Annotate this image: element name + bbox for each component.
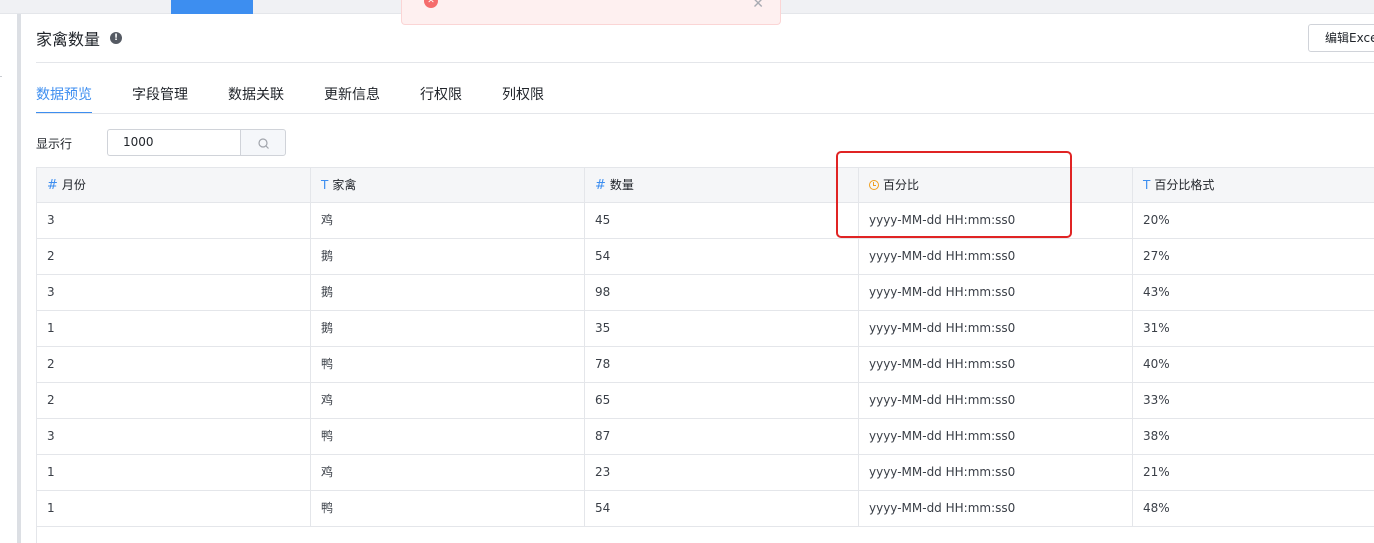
table-cell: 27%: [1143, 249, 1170, 263]
table-row[interactable]: 1 鹅 35 yyyy-MM-dd HH:mm:ss0 31%: [37, 311, 1374, 347]
column-name: 家禽: [332, 178, 357, 192]
column-header[interactable]: # 数量: [585, 168, 859, 202]
tab-field-management[interactable]: 字段管理: [132, 82, 188, 114]
table-cell: 78: [585, 347, 859, 382]
column-header[interactable]: T 百分比格式: [1133, 168, 1374, 202]
left-resize-bar[interactable]: [17, 14, 21, 543]
table-cell: 3: [37, 203, 311, 238]
page-header: 家禽数量 !: [36, 26, 123, 50]
header-divider: [36, 62, 1374, 63]
table-cell: 2: [37, 347, 311, 382]
rows-count-input[interactable]: 1000: [107, 129, 241, 156]
table-cell: yyyy-MM-dd HH:mm:ss0: [859, 491, 1133, 526]
table-cell: yyyy-MM-dd HH:mm:ss0: [859, 347, 1133, 382]
table-cell: 87: [585, 419, 859, 454]
tab-update-info[interactable]: 更新信息: [324, 82, 380, 114]
table-cell: 鸭: [311, 491, 585, 526]
table-row[interactable]: 3 鹅 98 yyyy-MM-dd HH:mm:ss0 43%: [37, 275, 1374, 311]
tab-column-permission[interactable]: 列权限: [502, 82, 544, 114]
table-cell: yyyy-MM-dd HH:mm:ss0: [859, 275, 1133, 310]
text-type-icon: T: [321, 178, 329, 192]
tabs-divider: [36, 113, 1374, 114]
table-row[interactable]: 1 鸡 23 yyyy-MM-dd HH:mm:ss0 21%: [37, 455, 1374, 491]
column-name: 百分比: [883, 178, 920, 192]
table-cell: yyyy-MM-dd HH:mm:ss0: [859, 239, 1133, 274]
error-circle-icon: ✕: [424, 0, 438, 8]
table-cell: 3: [37, 419, 311, 454]
tab-data-association[interactable]: 数据关联: [228, 82, 284, 114]
table-body: 3 鸡 45 yyyy-MM-dd HH:mm:ss0 20% 2 鹅 54 yyyy-MM-d…: [37, 203, 1374, 527]
table-row[interactable]: 3 鸭 87 yyyy-MM-dd HH:mm:ss0 38%: [37, 419, 1374, 455]
table-cell: 48%: [1143, 501, 1170, 515]
table-cell: 33%: [1143, 393, 1170, 407]
tab-data-preview[interactable]: 数据预览: [36, 82, 92, 114]
table-row[interactable]: 2 鸭 78 yyyy-MM-dd HH:mm:ss0 40%: [37, 347, 1374, 383]
tab-row-permission[interactable]: 行权限: [420, 82, 462, 114]
number-type-icon: #: [595, 178, 606, 193]
number-type-icon: #: [47, 178, 58, 193]
table-cell: 31%: [1143, 321, 1170, 335]
text-type-icon: T: [1143, 178, 1151, 192]
table-cell: 45: [585, 203, 859, 238]
table-cell: yyyy-MM-dd HH:mm:ss0: [859, 419, 1133, 454]
table-cell: 98: [585, 275, 859, 310]
table-row[interactable]: 2 鸡 65 yyyy-MM-dd HH:mm:ss0 33%: [37, 383, 1374, 419]
table-edge: [36, 527, 37, 543]
table-cell: yyyy-MM-dd HH:mm:ss0: [859, 203, 1133, 238]
left-edge-tick: [0, 76, 2, 77]
table-cell: 21%: [1143, 465, 1170, 479]
search-icon: [258, 138, 269, 149]
table-cell: 1: [37, 491, 311, 526]
rows-label: 显示行: [36, 137, 73, 151]
edit-excel-button[interactable]: 编辑Excel: [1308, 24, 1374, 52]
table-cell: 鸭: [311, 419, 585, 454]
table-cell: yyyy-MM-dd HH:mm:ss0: [859, 383, 1133, 418]
table-row[interactable]: 2 鹅 54 yyyy-MM-dd HH:mm:ss0 27%: [37, 239, 1374, 275]
table-cell: 1: [37, 311, 311, 346]
tab-bar: 数据预览 字段管理 数据关联 更新信息 行权限 列权限: [36, 82, 584, 114]
column-header[interactable]: T 家禽: [311, 168, 585, 202]
table-cell: 鹅: [311, 275, 585, 310]
table-cell: yyyy-MM-dd HH:mm:ss0: [859, 311, 1133, 346]
table-cell: 35: [585, 311, 859, 346]
column-name: 数量: [609, 178, 634, 192]
column-header[interactable]: 百分比: [859, 168, 1133, 202]
clock-icon: [869, 180, 879, 190]
table-cell: 鸡: [311, 383, 585, 418]
rows-search-button[interactable]: [240, 129, 286, 156]
table-cell: 鸡: [311, 203, 585, 238]
table-cell: 20%: [1143, 213, 1170, 227]
close-icon[interactable]: ✕: [752, 0, 764, 12]
table-cell: 38%: [1143, 429, 1170, 443]
page-title: 家禽数量: [36, 30, 101, 49]
table-cell: 鸡: [311, 455, 585, 490]
top-tab-active[interactable]: [171, 0, 253, 14]
table-cell: 鹅: [311, 239, 585, 274]
info-icon[interactable]: !: [110, 32, 123, 44]
table-cell: 2: [37, 239, 311, 274]
table-cell: 3: [37, 275, 311, 310]
left-panel-edge: [0, 14, 21, 543]
table-cell: 40%: [1143, 357, 1170, 371]
table-row[interactable]: 1 鸭 54 yyyy-MM-dd HH:mm:ss0 48%: [37, 491, 1374, 527]
table-cell: 43%: [1143, 285, 1170, 299]
error-toast: ✕ ✕: [401, 0, 781, 25]
table-cell: 23: [585, 455, 859, 490]
table-row[interactable]: 3 鸡 45 yyyy-MM-dd HH:mm:ss0 20%: [37, 203, 1374, 239]
column-name: 月份: [61, 178, 86, 192]
column-name: 百分比格式: [1154, 178, 1215, 192]
table-cell: 65: [585, 383, 859, 418]
table-cell: 鹅: [311, 311, 585, 346]
table-cell: yyyy-MM-dd HH:mm:ss0: [859, 455, 1133, 490]
column-header[interactable]: # 月份: [37, 168, 311, 202]
table-cell: 54: [585, 491, 859, 526]
data-table: # 月份 T 家禽 # 数量 百分比 T 百分比格式 3 鸡 45 yyyy-MM-dd HH…: [36, 167, 1374, 527]
table-header: # 月份 T 家禽 # 数量 百分比 T 百分比格式: [37, 167, 1374, 203]
table-cell: 54: [585, 239, 859, 274]
table-cell: 2: [37, 383, 311, 418]
table-cell: 1: [37, 455, 311, 490]
table-cell: 鸭: [311, 347, 585, 382]
